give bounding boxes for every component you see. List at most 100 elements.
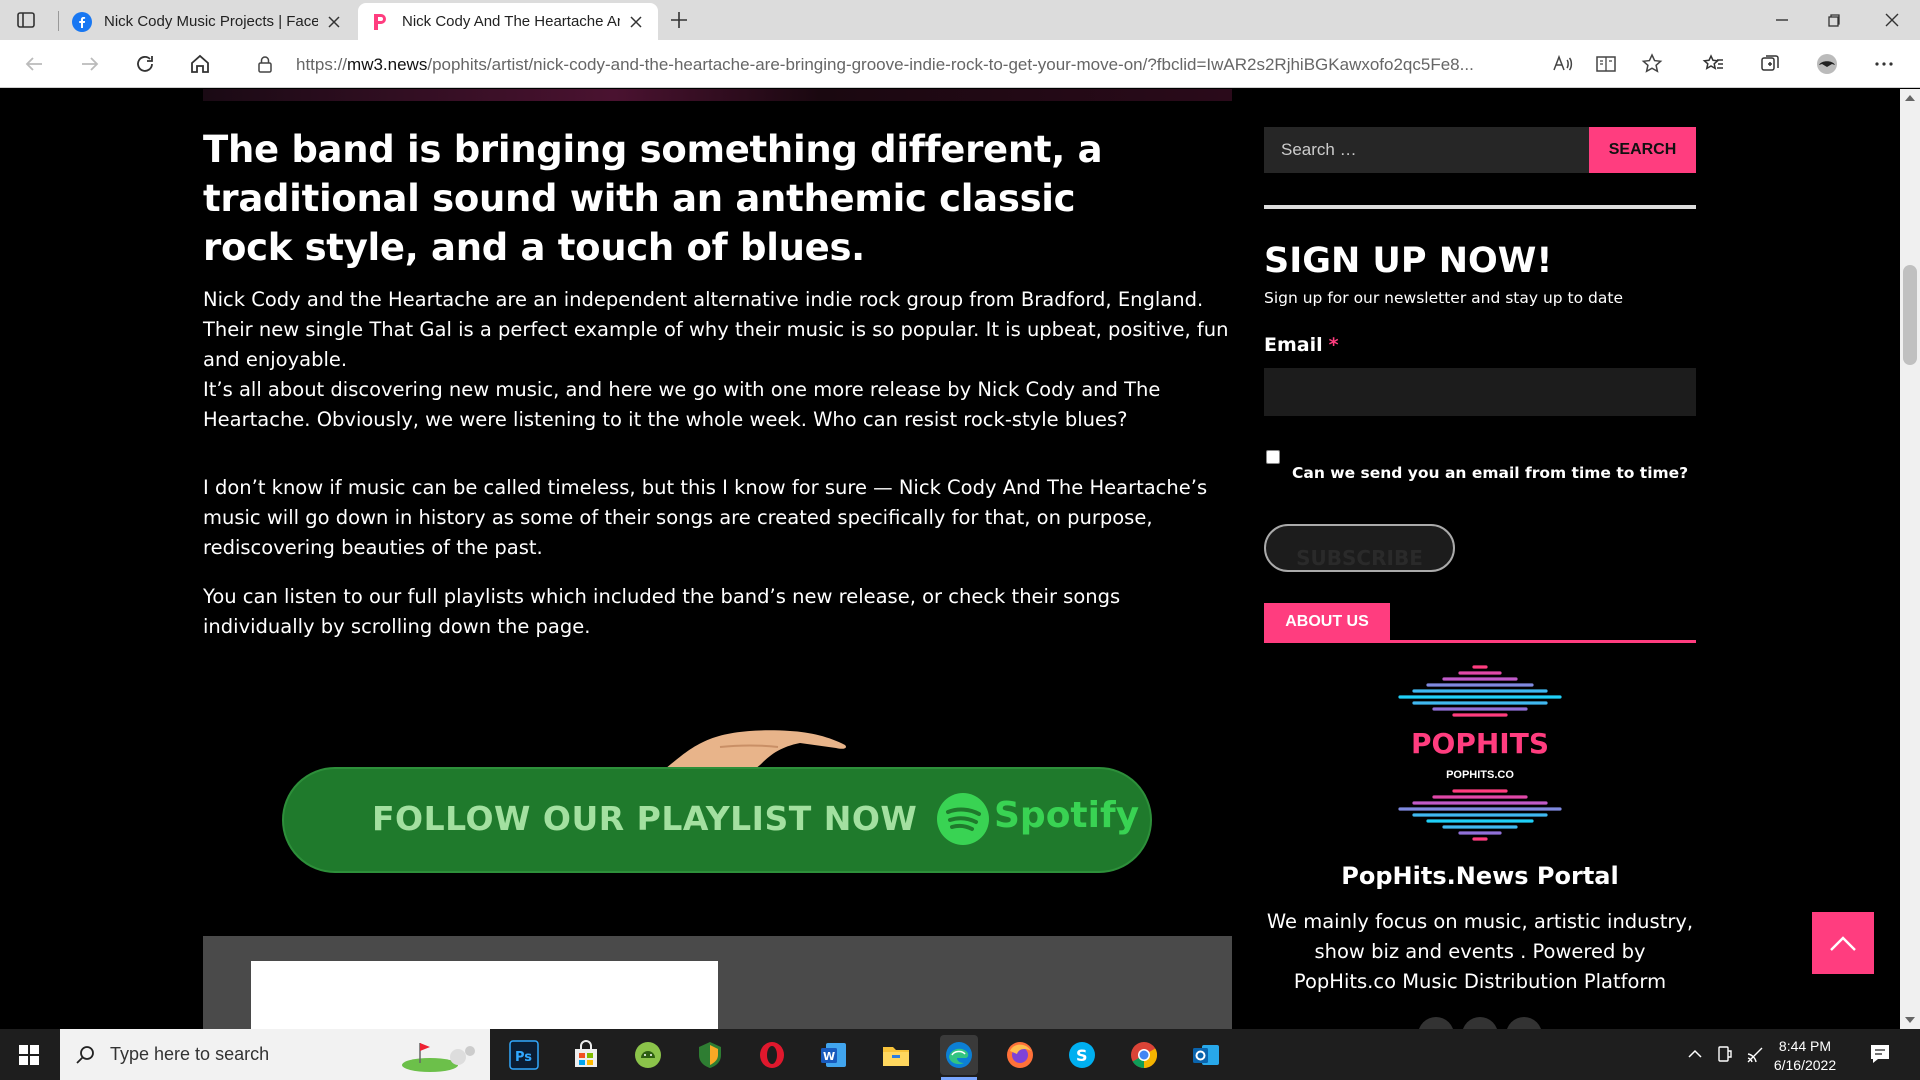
device-icon[interactable]: [1715, 1029, 1735, 1080]
new-tab-icon[interactable]: [668, 9, 690, 31]
search-icon: [76, 1046, 94, 1064]
firefox-icon[interactable]: [1004, 1039, 1036, 1071]
pophits-p-icon: [374, 13, 386, 30]
skype-icon[interactable]: S: [1066, 1039, 1098, 1071]
search-highlight-golf-icon: [402, 1043, 475, 1072]
twitter-social-icon[interactable]: [1506, 1017, 1542, 1029]
outlook-icon[interactable]: [1190, 1039, 1222, 1071]
follow-playlist-banner[interactable]: FOLLOW OUR PLAYLIST NOW Spotify: [282, 767, 1152, 873]
minimize-icon[interactable]: [1770, 8, 1794, 32]
about-us-heading: ABOUT US: [1264, 603, 1390, 641]
tab-facebook[interactable]: Nick Cody Music Projects | Faceb: [60, 3, 356, 40]
shield-app-icon[interactable]: [694, 1039, 726, 1071]
search-button[interactable]: SEARCH: [1589, 127, 1696, 173]
photoshop-icon[interactable]: Ps: [508, 1039, 540, 1071]
article-paragraph: Nick Cody and the Heartache are an indep…: [203, 288, 1229, 371]
pointing-hand-image: [660, 730, 846, 773]
about-divider: [1264, 640, 1696, 643]
refresh-icon[interactable]: [133, 52, 157, 76]
signup-subtitle: Sign up for our newsletter and stay up t…: [1264, 289, 1623, 307]
read-aloud-icon[interactable]: [1550, 52, 1574, 76]
tab-pophits-article[interactable]: Nick Cody And The Heartache Ar: [358, 3, 658, 40]
clock-time: 8:44 PM: [1778, 1038, 1832, 1054]
url-path: /pophits/artist/nick-cody-and-the-hearta…: [427, 55, 1474, 74]
page-scrollbar[interactable]: [1900, 89, 1920, 1029]
chrome-icon[interactable]: [1128, 1039, 1160, 1071]
tab-separator: [58, 11, 59, 31]
taskbar-clock[interactable]: 8:44 PM 6/16/2022: [1760, 1037, 1850, 1075]
email-label-text: Email: [1264, 334, 1323, 356]
article-paragraph: You can listen to our full playlists whi…: [203, 585, 1121, 638]
web-page: The band is bringing something different…: [0, 89, 1920, 1029]
email-label: Email *: [1264, 334, 1339, 356]
back-to-top-button[interactable]: [1812, 912, 1874, 974]
portal-name: PopHits.News Portal: [1341, 862, 1619, 890]
spotify-wordmark: Spotify: [994, 795, 1140, 836]
clock-date: 6/16/2022: [1773, 1057, 1837, 1073]
consent-checkbox[interactable]: [1266, 450, 1280, 464]
close-window-icon[interactable]: [1880, 8, 1904, 32]
windows-start-icon[interactable]: [18, 1044, 40, 1066]
logo-domain: POPHITS.CO: [1446, 769, 1514, 781]
url-host: mw3.news: [347, 55, 428, 74]
close-tab-icon[interactable]: [628, 14, 644, 30]
tab-title: Nick Cody Music Projects | Faceb: [104, 13, 318, 30]
chevron-up-icon: [1830, 936, 1856, 951]
profile-icon[interactable]: [1815, 52, 1839, 76]
restore-icon[interactable]: [1822, 8, 1846, 32]
required-mark: *: [1328, 334, 1339, 356]
portal-description: We mainly focus on music, artistic indus…: [1266, 910, 1694, 993]
instagram-social-icon[interactable]: [1462, 1017, 1498, 1029]
email-field[interactable]: [1264, 368, 1696, 416]
embedded-player: [203, 936, 1232, 1029]
android-icon[interactable]: [632, 1039, 664, 1071]
article-subheading: The band is bringing something different…: [203, 128, 1103, 269]
signup-title: SIGN UP NOW!: [1264, 241, 1553, 281]
url-prefix: https://: [296, 55, 348, 74]
collections-icon[interactable]: [1758, 52, 1782, 76]
svg-text:Ps: Ps: [515, 1050, 532, 1065]
consent-label: Can we send you an email from time to ti…: [1292, 464, 1689, 482]
add-favorite-icon[interactable]: [1640, 52, 1664, 76]
facebook-icon: [72, 11, 92, 32]
tab-actions-icon[interactable]: [16, 10, 36, 30]
immersive-reader-icon[interactable]: [1594, 52, 1618, 76]
address-bar[interactable]: https://mw3.news/pophits/artist/nick-cod…: [240, 45, 1680, 83]
scroll-down-arrow-icon[interactable]: [1904, 1015, 1916, 1025]
lock-icon[interactable]: [256, 55, 274, 73]
browser-toolbar: https://mw3.news/pophits/artist/nick-cod…: [0, 40, 1920, 88]
home-icon[interactable]: [188, 52, 212, 76]
show-hidden-icons-chevron-icon[interactable]: [1685, 1029, 1705, 1080]
favorites-icon[interactable]: [1702, 52, 1726, 76]
article-paragraph: I don’t know if music can be called time…: [203, 476, 1208, 559]
article-paragraph: It’s all about discovering new music, an…: [203, 378, 1161, 431]
taskbar-search-placeholder: Type here to search: [110, 1044, 270, 1064]
word-icon[interactable]: W: [818, 1039, 850, 1071]
hero-image-edge: [203, 89, 1232, 101]
windows-taskbar: Type here to search Ps W S 8:44 PM 6/16/…: [0, 1029, 1920, 1080]
svg-text:W: W: [823, 1050, 835, 1063]
spotify-icon: [937, 793, 989, 845]
close-tab-icon[interactable]: [326, 14, 342, 30]
scroll-thumb[interactable]: [1903, 265, 1917, 365]
logo-wordmark: POPHITS: [1411, 727, 1549, 760]
back-icon[interactable]: [22, 52, 46, 76]
embedded-player-frame[interactable]: [251, 961, 718, 1029]
browser-tab-bar: Nick Cody Music Projects | Faceb Nick Co…: [0, 0, 1920, 40]
scroll-up-arrow-icon[interactable]: [1904, 93, 1916, 103]
more-menu-icon[interactable]: [1872, 52, 1896, 76]
taskbar-search-box[interactable]: Type here to search: [60, 1029, 490, 1080]
facebook-social-icon[interactable]: [1418, 1017, 1454, 1029]
file-explorer-icon[interactable]: [880, 1039, 912, 1071]
notifications-icon[interactable]: [1868, 1029, 1892, 1080]
search-input[interactable]: Search …: [1264, 127, 1589, 173]
tab-title: Nick Cody And The Heartache Ar: [402, 13, 620, 30]
store-icon[interactable]: [570, 1039, 602, 1071]
divider: [1264, 205, 1696, 209]
edge-icon[interactable]: [943, 1039, 975, 1071]
subscribe-button[interactable]: SUBSCRIBE: [1264, 524, 1455, 572]
forward-icon[interactable]: [78, 52, 102, 76]
svg-text:S: S: [1076, 1046, 1088, 1065]
url-text: https://mw3.news/pophits/artist/nick-cod…: [296, 55, 1616, 75]
opera-icon[interactable]: [756, 1039, 788, 1071]
